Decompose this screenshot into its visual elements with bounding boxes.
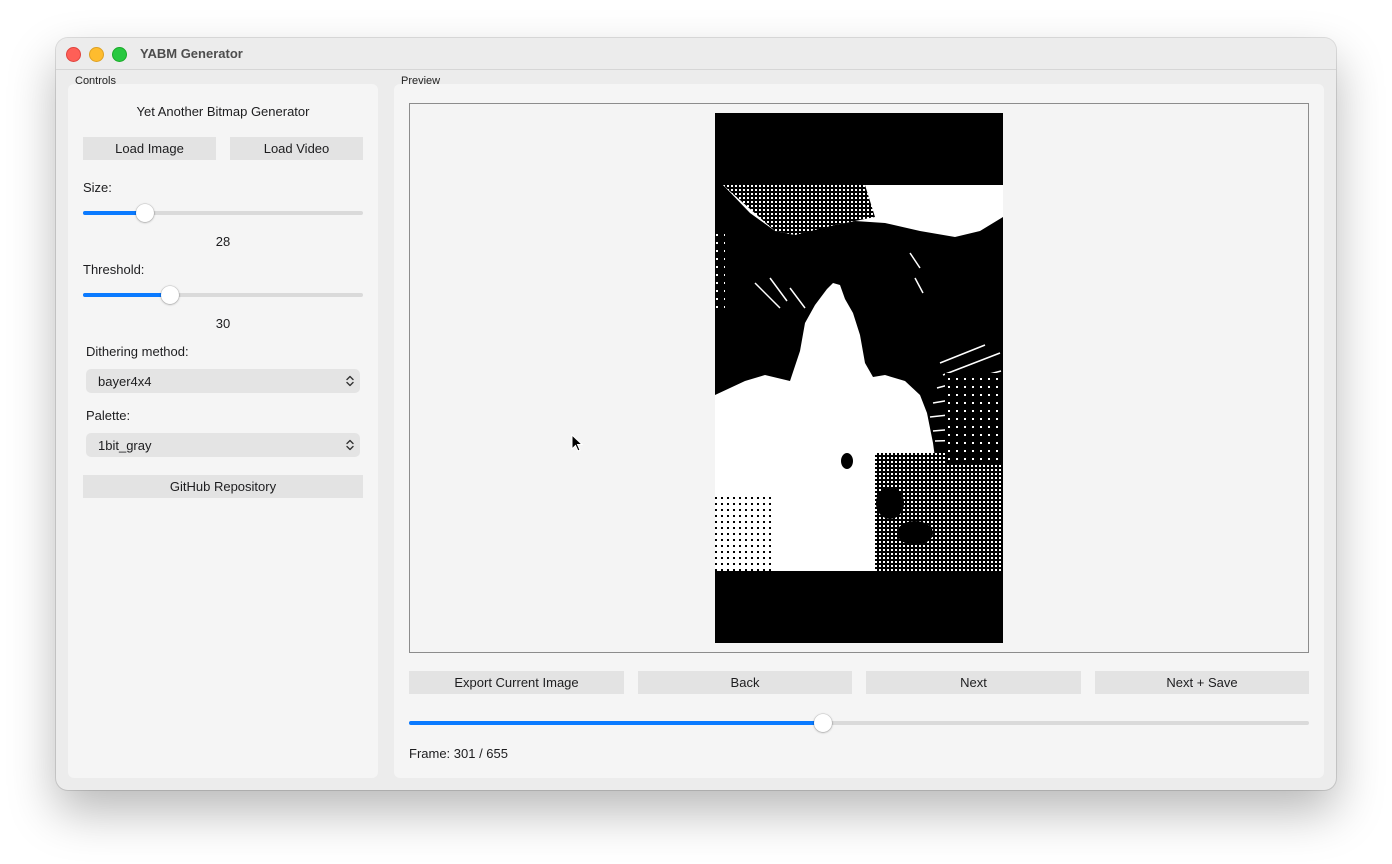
back-button[interactable]: Back	[638, 671, 852, 694]
maximize-window-button[interactable]	[112, 47, 127, 62]
palette-select[interactable]: 1bit_gray	[86, 433, 360, 457]
bitmap-image-graphic	[715, 113, 1004, 643]
threshold-slider[interactable]	[83, 283, 363, 307]
load-image-button[interactable]: Load Image	[83, 137, 216, 160]
palette-label: Palette:	[86, 408, 131, 423]
size-label: Size:	[83, 180, 112, 195]
size-slider-knob[interactable]	[136, 204, 154, 222]
github-repository-button[interactable]: GitHub Repository	[83, 475, 363, 498]
threshold-slider-fill	[83, 293, 170, 297]
mouse-pointer-icon	[571, 433, 584, 457]
size-value: 28	[215, 234, 231, 249]
minimize-window-button[interactable]	[89, 47, 104, 62]
frame-slider-fill	[409, 721, 823, 725]
dithering-selected-value: bayer4x4	[98, 373, 152, 389]
threshold-label: Threshold:	[83, 262, 145, 277]
bitmap-preview-image	[715, 113, 1004, 643]
export-current-image-button[interactable]: Export Current Image	[409, 671, 624, 694]
close-window-button[interactable]	[66, 47, 81, 62]
frame-slider-knob[interactable]	[814, 714, 832, 732]
threshold-value: 30	[215, 316, 231, 331]
app-window: YABM Generator Controls Yet Another Bitm…	[56, 38, 1336, 790]
preview-canvas	[409, 103, 1309, 653]
title-bar: YABM Generator	[56, 38, 1336, 70]
load-video-button[interactable]: Load Video	[230, 137, 363, 160]
size-slider[interactable]	[83, 201, 363, 225]
window-title: YABM Generator	[140, 46, 243, 61]
dithering-label: Dithering method:	[86, 344, 189, 359]
palette-selected-value: 1bit_gray	[98, 437, 152, 453]
updown-chevron-icon	[340, 375, 360, 387]
threshold-slider-knob[interactable]	[161, 286, 179, 304]
frame-slider[interactable]	[409, 711, 1309, 735]
updown-chevron-icon	[340, 439, 360, 451]
next-button[interactable]: Next	[866, 671, 1081, 694]
app-heading: Yet Another Bitmap Generator	[136, 104, 310, 119]
next-save-button[interactable]: Next + Save	[1095, 671, 1309, 694]
frame-counter: Frame: 301 / 655	[409, 746, 508, 761]
dithering-select[interactable]: bayer4x4	[86, 369, 360, 393]
controls-panel: Yet Another Bitmap Generator Load Image …	[68, 84, 378, 778]
preview-panel: Export Current Image Back Next Next + Sa…	[394, 84, 1324, 778]
